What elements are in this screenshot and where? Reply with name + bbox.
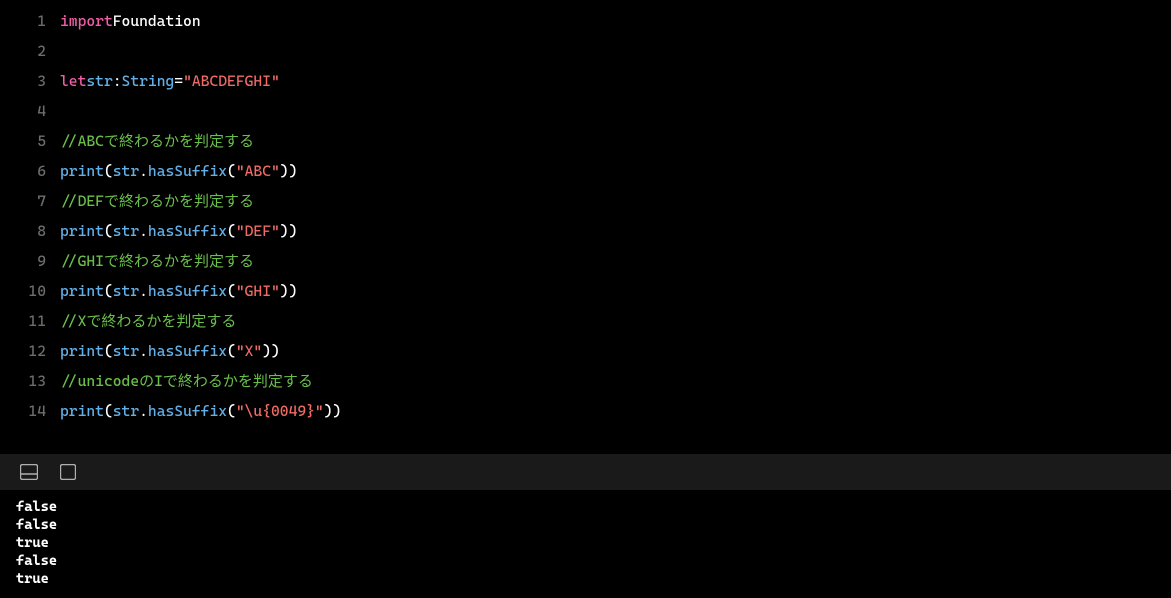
line-number: 4 <box>0 96 46 126</box>
line-number-gutter: 1234567891011121314 <box>0 6 60 454</box>
code-token: )) <box>324 396 342 426</box>
code-token: hasSuffix <box>148 216 227 246</box>
line-number: 13 <box>0 366 46 396</box>
code-token: //unicodeのIで終わるかを判定する <box>60 366 313 396</box>
code-token: str <box>86 66 112 96</box>
code-token: //Xで終わるかを判定する <box>60 306 236 336</box>
line-number: 2 <box>0 36 46 66</box>
console-toolbar <box>0 454 1171 490</box>
code-line[interactable]: import Foundation <box>60 6 1171 36</box>
code-token: : <box>113 66 122 96</box>
panel-layout-icon[interactable] <box>20 464 38 480</box>
code-token: . <box>139 276 148 306</box>
code-token: "X" <box>236 336 262 366</box>
code-token: "ABC" <box>236 156 280 186</box>
line-number: 8 <box>0 216 46 246</box>
code-token: = <box>174 66 183 96</box>
code-line[interactable] <box>60 36 1171 66</box>
line-number: 9 <box>0 246 46 276</box>
code-token: . <box>139 216 148 246</box>
code-token: "\u{0049}" <box>236 396 324 426</box>
code-token: hasSuffix <box>148 396 227 426</box>
code-token: //ABCで終わるかを判定する <box>60 126 254 156</box>
code-token: ( <box>104 396 113 426</box>
code-token: print <box>60 396 104 426</box>
code-token: . <box>139 156 148 186</box>
code-line[interactable]: print(str.hasSuffix("DEF")) <box>60 216 1171 246</box>
console-line: false <box>16 516 1155 534</box>
code-token: hasSuffix <box>148 156 227 186</box>
code-token: print <box>60 156 104 186</box>
console-line: false <box>16 552 1155 570</box>
console-output: falsefalsetruefalsetrue <box>0 490 1171 598</box>
line-number: 11 <box>0 306 46 336</box>
code-token: String <box>122 66 175 96</box>
line-number: 10 <box>0 276 46 306</box>
code-token: str <box>113 396 139 426</box>
code-line[interactable]: //Xで終わるかを判定する <box>60 306 1171 336</box>
code-line[interactable]: print(str.hasSuffix("X")) <box>60 336 1171 366</box>
console-line: false <box>16 498 1155 516</box>
code-line[interactable]: //unicodeのIで終わるかを判定する <box>60 366 1171 396</box>
code-token: //DEFで終わるかを判定する <box>60 186 254 216</box>
code-token: ( <box>104 336 113 366</box>
code-token: str <box>113 156 139 186</box>
panel-square-icon[interactable] <box>60 464 76 480</box>
code-editor[interactable]: 1234567891011121314 import Foundationlet… <box>0 0 1171 454</box>
code-token: print <box>60 276 104 306</box>
console-line: true <box>16 570 1155 588</box>
line-number: 12 <box>0 336 46 366</box>
code-token: ( <box>104 216 113 246</box>
code-token: str <box>113 336 139 366</box>
code-line[interactable]: //GHIで終わるかを判定する <box>60 246 1171 276</box>
line-number: 3 <box>0 66 46 96</box>
console-line: true <box>16 534 1155 552</box>
code-token: ( <box>104 156 113 186</box>
code-token: Foundation <box>113 6 201 36</box>
code-line[interactable] <box>60 96 1171 126</box>
code-token: . <box>139 336 148 366</box>
code-token: hasSuffix <box>148 336 227 366</box>
code-token: ( <box>227 276 236 306</box>
code-line[interactable]: print(str.hasSuffix("ABC")) <box>60 156 1171 186</box>
code-line[interactable]: print(str.hasSuffix("GHI")) <box>60 276 1171 306</box>
code-token: "DEF" <box>236 216 280 246</box>
code-token: "GHI" <box>236 276 280 306</box>
code-token: )) <box>280 276 298 306</box>
code-line[interactable]: //DEFで終わるかを判定する <box>60 186 1171 216</box>
line-number: 1 <box>0 6 46 36</box>
code-token: "ABCDEFGHI" <box>183 66 280 96</box>
code-line[interactable]: //ABCで終わるかを判定する <box>60 126 1171 156</box>
code-token: . <box>139 396 148 426</box>
line-number: 7 <box>0 186 46 216</box>
code-token: hasSuffix <box>148 276 227 306</box>
code-token: //GHIで終わるかを判定する <box>60 246 254 276</box>
code-token: print <box>60 216 104 246</box>
code-token: ( <box>227 396 236 426</box>
code-line[interactable]: print(str.hasSuffix("\u{0049}")) <box>60 396 1171 426</box>
code-token: print <box>60 336 104 366</box>
code-token: import <box>60 6 113 36</box>
code-token: )) <box>280 156 298 186</box>
code-token: let <box>60 66 86 96</box>
code-token: )) <box>262 336 280 366</box>
code-token: ( <box>227 336 236 366</box>
code-token: ( <box>227 216 236 246</box>
line-number: 5 <box>0 126 46 156</box>
code-token: str <box>113 276 139 306</box>
line-number: 6 <box>0 156 46 186</box>
code-token: )) <box>280 216 298 246</box>
code-token: ( <box>227 156 236 186</box>
code-token: ( <box>104 276 113 306</box>
code-area[interactable]: import Foundation let str: String = "ABCD… <box>60 6 1171 454</box>
code-token: str <box>113 216 139 246</box>
line-number: 14 <box>0 396 46 426</box>
code-line[interactable]: let str: String = "ABCDEFGHI" <box>60 66 1171 96</box>
